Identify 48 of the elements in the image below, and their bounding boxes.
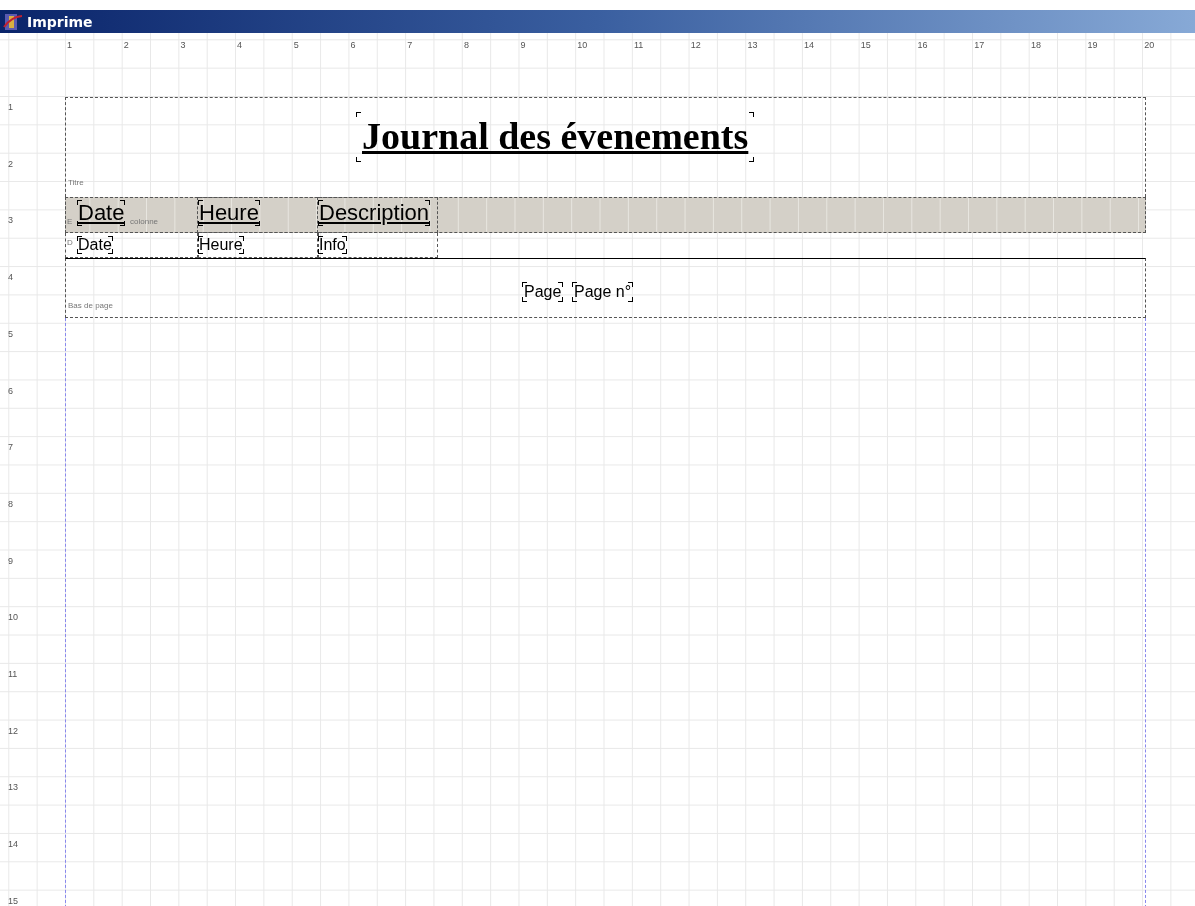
- detail-field: Date: [77, 236, 113, 254]
- ruler-number: 6: [8, 385, 13, 396]
- band-label: D: [67, 238, 73, 247]
- ruler-number: 7: [407, 40, 413, 50]
- footer-field: Page: [522, 282, 564, 302]
- ruler-number: 1: [67, 40, 72, 50]
- ruler-number: 20: [1144, 40, 1155, 50]
- ruler-number: 3: [180, 40, 186, 50]
- ruler-number: 10: [577, 40, 588, 50]
- ruler-number: 2: [123, 40, 129, 50]
- ruler-number: 9: [520, 40, 526, 50]
- detail-field: Info: [318, 236, 347, 254]
- ruler-number: 4: [237, 40, 243, 50]
- ruler-number: 9: [8, 555, 13, 566]
- ruler-number: 10: [8, 612, 18, 623]
- band-label: Titre: [68, 178, 84, 187]
- ruler-number: 6: [350, 40, 356, 50]
- ruler-number: 19: [1087, 40, 1098, 50]
- window-title: Imprime: [27, 13, 93, 30]
- footer-field: Page n°: [572, 282, 634, 302]
- ruler-number: 3: [8, 215, 13, 226]
- ruler-number: 16: [917, 40, 928, 50]
- ruler-number: 5: [8, 328, 13, 339]
- ruler-number: 12: [690, 40, 701, 50]
- band-label: colonne: [130, 217, 159, 226]
- band-label: Bas de page: [68, 301, 113, 310]
- band-label: E: [67, 217, 73, 226]
- ruler-number: 8: [8, 498, 13, 509]
- ruler-number: 1: [8, 102, 13, 112]
- ruler-number: 13: [747, 40, 758, 50]
- ruler-number: 11: [8, 669, 18, 679]
- ruler-number: 7: [8, 442, 13, 453]
- ruler-number: 2: [8, 158, 13, 169]
- report-title: Journal des évenements: [356, 112, 755, 162]
- ruler-number: 12: [8, 725, 18, 736]
- ruler-number: 14: [8, 839, 18, 850]
- ruler-number: 11: [634, 40, 644, 50]
- ruler-number: 17: [974, 40, 985, 50]
- ruler-number: 5: [293, 40, 299, 50]
- ruler-number: 4: [8, 272, 13, 283]
- ruler-number: 13: [8, 782, 18, 793]
- ruler-number: 15: [8, 895, 18, 906]
- column-header-field: Date: [77, 200, 126, 226]
- ruler-number: 14: [804, 40, 815, 50]
- ruler-number: 18: [1030, 40, 1041, 50]
- ruler-number: 15: [860, 40, 871, 50]
- ruler-number: 8: [463, 40, 469, 50]
- app-icon: [3, 12, 23, 31]
